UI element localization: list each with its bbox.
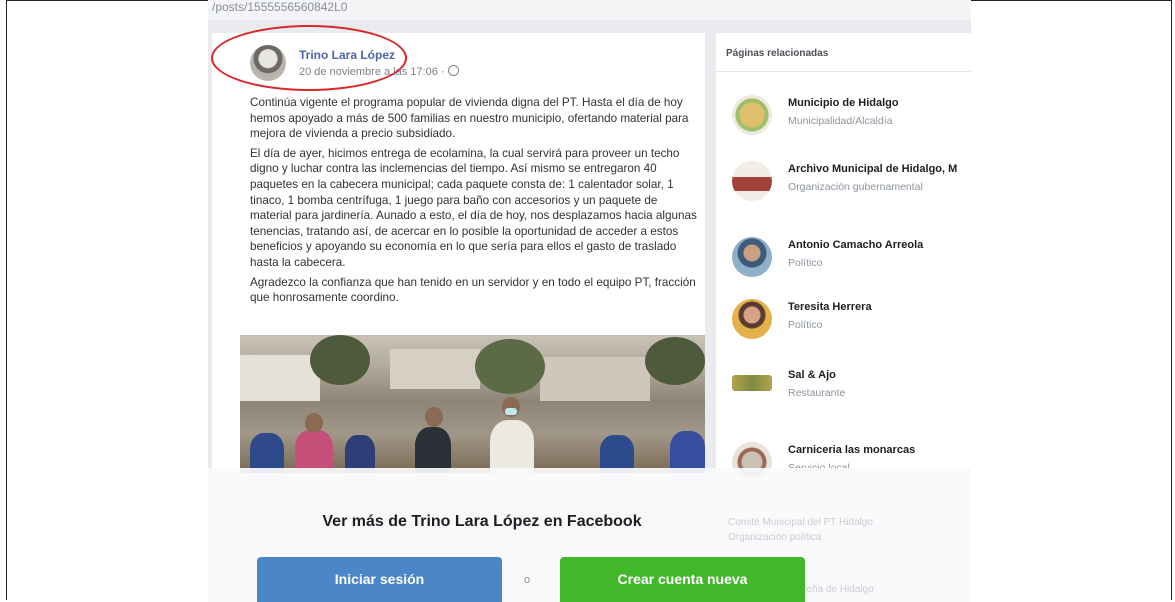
tree [645,337,705,385]
building [540,357,650,401]
person [415,427,451,473]
person [490,420,534,473]
person [250,433,284,473]
related-page-municipio[interactable]: Municipio de Hidalgo Municipalidad/Alcal… [716,91,971,151]
tree [475,339,545,394]
profile-photo-icon [732,299,772,339]
person-head [305,413,323,433]
sal-ajo-logo-icon [732,375,772,391]
related-page-teresita[interactable]: Teresita Herrera Político [716,295,971,355]
related-page-sal-ajo[interactable]: Sal & Ajo Restaurante [716,363,971,423]
url-bar[interactable]: /posts/1555556560842L0 [208,0,971,20]
faded-related-category: Organización política [728,532,822,543]
post-photo[interactable] [240,335,705,473]
related-page-name: Teresita Herrera [788,301,872,313]
related-page-category: Municipalidad/Alcaldía [788,115,893,127]
create-account-button[interactable]: Crear cuenta nueva [560,557,805,602]
post-card: Trino Lara López 20 de noviembre a las 1… [212,33,705,473]
face-mask [505,408,517,415]
post-body: Continúa vigente el programa popular de … [250,95,700,310]
building [390,349,480,389]
globe-icon [447,65,459,76]
related-page-name: Municipio de Hidalgo [788,97,899,109]
post-paragraph-2: El día de ayer, hicimos entrega de ecola… [250,146,697,269]
person [670,431,705,473]
person [295,430,333,473]
related-page-archivo[interactable]: Archivo Municipal de Hidalgo, M Organiza… [716,157,971,217]
municipio-logo-icon [732,95,772,135]
related-page-name: Carniceria las monarcas [788,444,916,456]
related-page-name: Antonio Camacho Arreola [788,239,924,251]
related-page-category: Restaurante [788,387,846,399]
divider [716,71,971,72]
post-paragraph-3: Agradezco la confianza que han tenido en… [250,275,696,305]
or-separator: o [524,574,531,586]
related-page-category: Político [788,319,823,331]
related-page-name: Archivo Municipal de Hidalgo, M [788,163,958,175]
see-more-heading: Ver más de Trino Lara López en Facebook [322,513,642,530]
profile-photo-icon [732,237,772,277]
login-button[interactable]: Iniciar sesión [257,557,502,602]
related-page-category: Político [788,257,823,269]
post-paragraph-1: Continúa vigente el programa popular de … [250,96,689,141]
related-page-category: Organización gubernamental [788,181,923,193]
archivo-logo-icon [732,161,772,201]
red-annotation-ellipse [211,25,407,91]
related-page-antonio[interactable]: Antonio Camacho Arreola Político [716,233,971,293]
related-pages-title: Páginas relacionadas [726,48,829,59]
tree [310,335,370,385]
building [240,355,320,401]
related-page-name: Sal & Ajo [788,369,836,381]
person-head [425,407,443,427]
